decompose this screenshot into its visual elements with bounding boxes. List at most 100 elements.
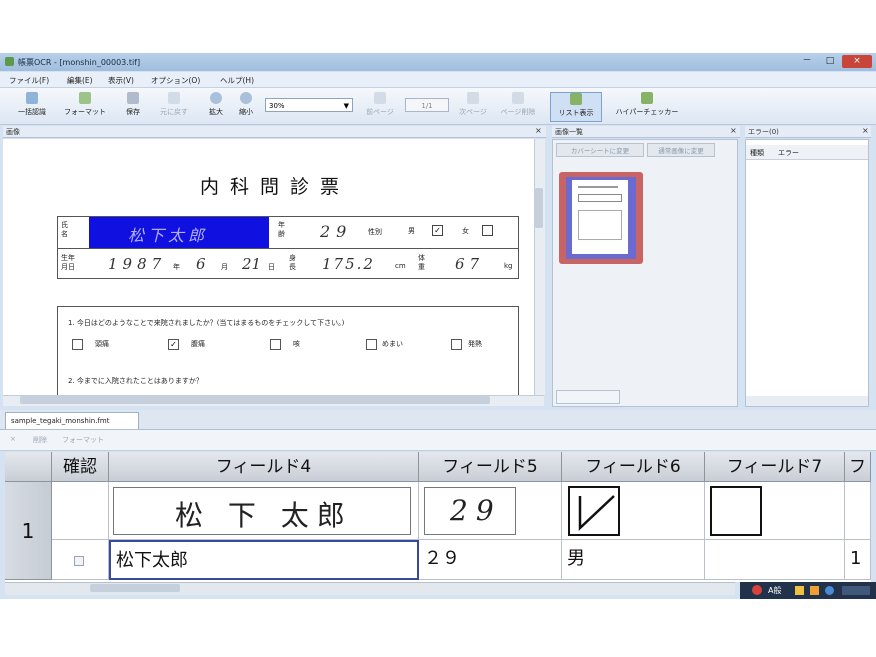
- hyper-checker-button[interactable]: ハイパーチェッカー: [606, 92, 688, 122]
- prev-page-label: 前ページ: [366, 108, 394, 116]
- save-icon: [127, 92, 139, 104]
- grid-cell-next-image[interactable]: [845, 482, 871, 540]
- q1-checkbox-fever[interactable]: [451, 339, 462, 350]
- list-view-button[interactable]: リスト表示: [550, 92, 602, 122]
- q1-checkbox-cough[interactable]: [270, 339, 281, 350]
- male-checkbox[interactable]: ✓: [432, 225, 443, 236]
- image-vertical-scrollbar[interactable]: [534, 139, 545, 395]
- error-col-error[interactable]: エラー: [778, 148, 799, 158]
- grid-format-button[interactable]: フォーマット: [62, 435, 104, 445]
- grid-cell-field7-value[interactable]: [705, 540, 845, 580]
- maximize-button[interactable]: □: [819, 55, 841, 68]
- question-1: 1. 今日はどのようなことで来院されましたか？(当てはまるものをチェックして下さ…: [68, 319, 345, 327]
- ime-mode[interactable]: A般: [768, 585, 781, 596]
- list-pane-close-icon[interactable]: ×: [730, 126, 737, 135]
- cover-sheet-button[interactable]: カバーシートに変更: [556, 143, 644, 157]
- error-pane-close-icon[interactable]: ×: [862, 126, 869, 135]
- female-checkbox[interactable]: [482, 225, 493, 236]
- grid-close-icon[interactable]: ×: [10, 435, 16, 443]
- format-button[interactable]: フォーマット: [56, 92, 114, 122]
- zoom-out-icon: [240, 92, 252, 104]
- save-button[interactable]: 保存: [120, 92, 146, 122]
- help-icon[interactable]: [825, 586, 834, 595]
- grid-hscroll-thumb[interactable]: [90, 584, 180, 592]
- grid-cell-field5-value[interactable]: ２９: [419, 540, 562, 580]
- q1-option-stomach: 腹痛: [191, 340, 205, 348]
- weight-handwritten: 67: [455, 255, 485, 273]
- sex-label: 性別: [368, 228, 382, 236]
- field4-handwriting: 松 下 太郎: [175, 499, 353, 532]
- grid-cell-field4-value[interactable]: 松下太郎: [109, 540, 419, 580]
- female-label: 女: [462, 227, 469, 235]
- recognize-icon: [26, 92, 38, 104]
- error-col-type[interactable]: 種類: [750, 148, 764, 158]
- tray-icon[interactable]: [842, 586, 870, 595]
- name-handwritten: 松下太郎: [128, 226, 209, 245]
- zoom-out-label: 縮小: [239, 108, 253, 116]
- tab-format-file[interactable]: sample_tegaki_monshin.fmt: [5, 412, 139, 429]
- image-pane-close-icon[interactable]: ×: [535, 126, 542, 135]
- height-label: 身長: [289, 254, 296, 271]
- close-button[interactable]: ×: [842, 55, 872, 68]
- grid-toolbar: [0, 430, 876, 451]
- menu-options[interactable]: オプション(O): [151, 75, 200, 86]
- tray-icon[interactable]: [810, 586, 819, 595]
- delete-page-button[interactable]: ページ削除: [495, 92, 541, 122]
- ime-icon[interactable]: [752, 585, 762, 595]
- age-handwritten: 29: [320, 222, 353, 241]
- grid-header-confirm[interactable]: 確認: [52, 452, 109, 482]
- prev-page-button[interactable]: 前ページ: [362, 92, 398, 122]
- grid-cell-next-value[interactable]: 1: [845, 540, 871, 580]
- grid-header-field6[interactable]: フィールド6: [562, 452, 705, 482]
- zoom-out-button[interactable]: 縮小: [233, 92, 259, 122]
- age-label: 年齢: [278, 221, 285, 238]
- kg-label: kg: [504, 262, 513, 270]
- q1-checkbox-stomach[interactable]: ✓: [168, 339, 179, 350]
- tray-icon[interactable]: [795, 586, 804, 595]
- undo-label: 元に戻す: [160, 108, 188, 116]
- image-vscroll-thumb[interactable]: [535, 188, 543, 228]
- grid-delete-button[interactable]: 削除: [33, 435, 47, 445]
- q1-option-dizziness: めまい: [382, 340, 403, 348]
- q1-checkbox-headache[interactable]: [72, 339, 83, 350]
- menu-edit[interactable]: 編集(E): [67, 75, 93, 86]
- thumbnail-line: [578, 186, 618, 188]
- field5-handwriting: 29: [450, 494, 502, 527]
- birth-year-handwritten: 1987: [108, 255, 167, 273]
- field4-value: 松下太郎: [116, 550, 188, 571]
- field5-value: ２９: [424, 548, 460, 569]
- minimize-button[interactable]: －: [796, 55, 818, 68]
- menu-file[interactable]: ファイル(F): [9, 75, 49, 86]
- next-value: 1: [850, 548, 862, 569]
- grid-header-field5[interactable]: フィールド5: [419, 452, 562, 482]
- day-label: 日: [268, 263, 275, 271]
- zoom-select[interactable]: 30% ▼: [265, 98, 353, 112]
- zoom-in-button[interactable]: 拡大: [203, 92, 229, 122]
- grid-header-field4[interactable]: フィールド4: [109, 452, 419, 482]
- error-hscrollbar[interactable]: [746, 396, 868, 406]
- save-label: 保存: [126, 108, 140, 116]
- app-icon: [5, 57, 14, 66]
- prev-page-icon: [374, 92, 386, 104]
- batch-recognize-button[interactable]: 一括認識: [12, 92, 52, 122]
- grid-header-next[interactable]: フ: [845, 452, 871, 482]
- field6-checkbox-image: [568, 486, 620, 536]
- undo-button[interactable]: 元に戻す: [152, 92, 196, 122]
- field7-checkbox-image: [710, 486, 762, 536]
- normal-image-button[interactable]: 通常画像に変更: [647, 143, 715, 157]
- checkmark-icon: [578, 495, 615, 531]
- menu-help[interactable]: ヘルプ(H): [220, 75, 254, 86]
- q1-checkbox-dizziness[interactable]: [366, 339, 377, 350]
- month-label: 月: [221, 263, 228, 271]
- grid-row-header[interactable]: 1: [5, 482, 52, 580]
- grid-cell-field6-value[interactable]: 男: [562, 540, 705, 580]
- menu-view[interactable]: 表示(V): [108, 75, 134, 86]
- name-label: 氏名: [61, 221, 68, 238]
- confirm-checkbox[interactable]: [74, 556, 84, 566]
- q1-option-headache: 頭痛: [95, 340, 109, 348]
- list-scroll-handle[interactable]: [556, 390, 620, 404]
- chevron-down-icon: ▼: [343, 102, 349, 110]
- grid-header-field7[interactable]: フィールド7: [705, 452, 845, 482]
- next-page-button[interactable]: 次ページ: [455, 92, 491, 122]
- image-hscroll-thumb[interactable]: [20, 396, 490, 404]
